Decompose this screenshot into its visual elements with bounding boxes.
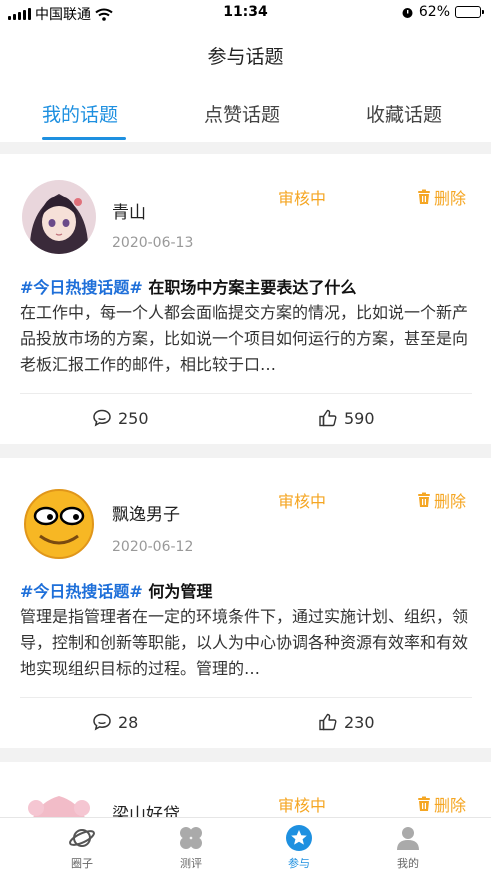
hashtag-link[interactable]: #今日热搜话题# [20,278,143,297]
comment-icon [93,713,111,731]
delete-label: 删除 [434,492,467,511]
tab-saved-topics[interactable]: 收藏话题 [366,100,442,127]
tab-liked-topics[interactable]: 点赞话题 [204,100,280,127]
post-title: 在职场中方案主要表达了什么 [148,278,357,297]
status-badge: 审核中 [278,189,327,208]
status-right: 62% [401,4,484,20]
trash-icon [418,796,430,811]
like-count-value: 230 [344,712,375,732]
tabbar-label: 参与 [288,857,310,870]
post-title: 何为管理 [148,582,213,601]
comment-count-value: 250 [118,408,149,428]
avatar[interactable] [22,486,96,560]
alarm-icon [402,7,413,18]
status-bar: 中国联通 11:34 62% [0,0,491,26]
comment-icon [93,409,111,427]
topic-tabs: 我的话题 点赞话题 收藏话题 [0,84,491,142]
grid-icon [180,827,202,849]
tabbar-item-circle[interactable]: 圈子 [42,824,122,871]
tab-my-topics[interactable]: 我的话题 [42,100,118,127]
tabbar-item-mine[interactable]: 我的 [368,824,448,871]
delete-button[interactable]: 删除 [416,792,466,816]
active-tab-indicator [42,137,126,140]
post-excerpt: 在工作中，每一个人都会面临提交方案的情况，比如说一个新产品投放市场的方案，比如说… [20,303,469,374]
page-title: 参与话题 [207,46,284,68]
tabbar-item-review[interactable]: 测评 [151,824,231,871]
trash-icon [418,492,430,507]
trash-icon [418,189,430,204]
battery-percent: 62% [418,4,450,20]
topic-card[interactable]: 梁山好贷 审核中 删除 [0,762,491,860]
delete-label: 删除 [434,796,467,815]
thumbs-up-icon [319,409,337,427]
avatar[interactable] [22,180,96,254]
post-excerpt: 管理是指管理者在一定的环境条件下，通过实施计划、组织，领导，控制和创新等职能，以… [20,607,469,678]
status-badge: 审核中 [278,492,327,511]
card-divider [20,697,472,698]
tabbar-label: 测评 [180,857,202,870]
post-headline[interactable]: #今日热搜话题# 何为管理 [20,578,472,602]
anime-avatar-icon [22,180,96,254]
hashtag-link[interactable]: #今日热搜话题# [20,582,143,601]
topic-card[interactable]: 飘逸男子 2020-06-12 审核中 删除 #今日热搜话题# 何为管理 管理是… [0,458,491,748]
delete-label: 删除 [434,189,467,208]
post-date: 2020-06-12 [112,539,194,555]
topic-card[interactable]: 青山 2020-06-13 审核中 删除 #今日热搜话题# 在职场中方案主要表达… [0,154,491,444]
nav-bar: 参与话题 [0,26,491,84]
username[interactable]: 飘逸男子 [112,500,180,525]
person-icon [397,827,419,850]
comment-count[interactable]: 250 [92,408,149,428]
star-badge-icon [286,825,312,851]
post-headline[interactable]: #今日热搜话题# 在职场中方案主要表达了什么 [20,274,472,298]
like-count-value: 590 [344,408,375,428]
status-badge: 审核中 [278,796,327,815]
username[interactable]: 青山 [112,198,146,223]
card-divider [20,393,472,394]
tabbar-label: 圈子 [71,857,93,870]
delete-button[interactable]: 删除 [416,185,466,209]
emoji-face-avatar-icon [22,486,96,560]
like-count[interactable]: 590 [318,408,375,428]
like-count[interactable]: 230 [318,712,375,732]
bottom-tab-bar: 圈子 测评 参与 我的 [0,817,491,877]
thumbs-up-icon [319,713,337,731]
tabbar-label: 我的 [397,857,419,870]
delete-button[interactable]: 删除 [416,488,466,512]
tabbar-item-participate[interactable]: 参与 [259,824,339,871]
post-date: 2020-06-13 [112,235,194,251]
battery-icon [455,6,484,18]
comment-count[interactable]: 28 [92,712,138,732]
planet-icon [69,829,95,847]
comment-count-value: 28 [118,712,139,732]
